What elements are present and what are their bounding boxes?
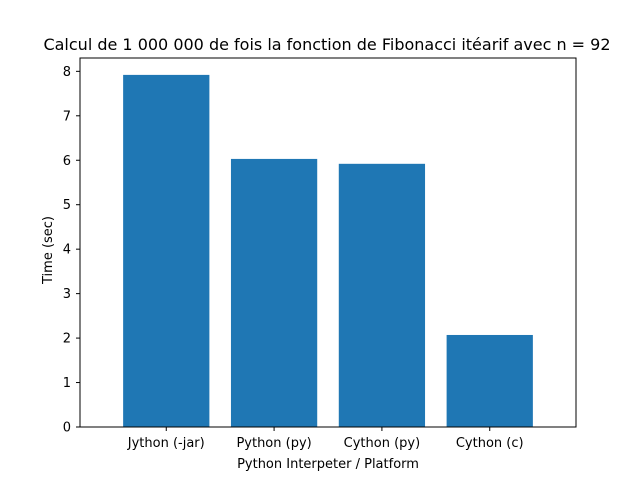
bar-1 <box>230 158 318 427</box>
y-tick-label-6: 6 <box>63 154 71 169</box>
x-tick-label-0: Jython (-jar) <box>127 436 205 451</box>
x-tick-label-2: Cython (py) <box>344 436 421 451</box>
bar-3 <box>446 334 533 427</box>
bar-2 <box>338 163 426 427</box>
y-tick-label-0: 0 <box>63 421 71 436</box>
bar-chart: Calcul de 1 000 000 de fois la fonction … <box>41 35 611 472</box>
y-tick-label-8: 8 <box>63 65 71 80</box>
y-tick-label-7: 7 <box>63 109 71 124</box>
bar-0 <box>123 74 210 427</box>
y-tick-label-2: 2 <box>63 332 71 347</box>
y-tick-label-3: 3 <box>63 287 71 302</box>
x-axis: Jython (-jar) Python (py) Cython (py) Cytho… <box>127 427 524 451</box>
x-tick-label-3: Cython (c) <box>456 436 524 451</box>
bars-group <box>123 74 533 427</box>
y-axis: 0 1 2 3 4 5 6 7 8 <box>63 65 80 436</box>
x-tick-label-1: Python (py) <box>236 436 311 451</box>
y-tick-label-5: 5 <box>63 198 71 213</box>
y-tick-label-4: 4 <box>63 243 71 258</box>
x-axis-label: Python Interpeter / Platform <box>237 457 419 472</box>
chart-title: Calcul de 1 000 000 de fois la fonction … <box>43 35 610 54</box>
y-tick-label-1: 1 <box>63 376 71 391</box>
y-axis-label: Time (sec) <box>41 216 56 285</box>
